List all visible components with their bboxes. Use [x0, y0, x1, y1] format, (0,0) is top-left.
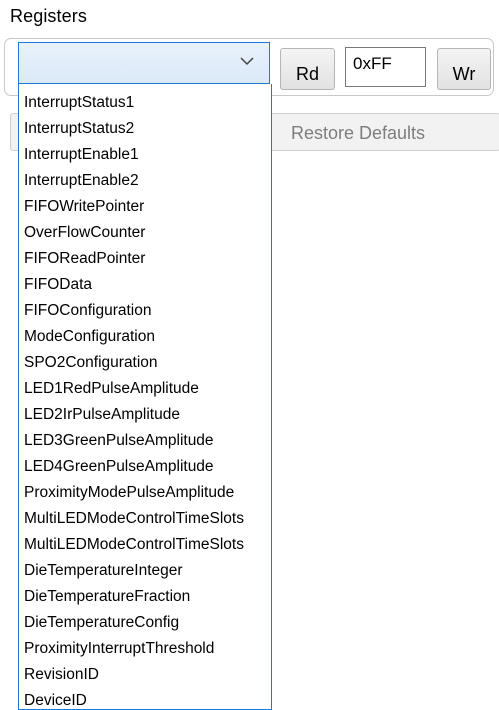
dropdown-option[interactable]: MultiLEDModeControlTimeSlots [19, 532, 271, 558]
dropdown-option[interactable]: OverFlowCounter [19, 220, 271, 246]
dropdown-option[interactable]: DieTemperatureConfig [19, 610, 271, 636]
dropdown-options: InterruptStatus1 InterruptStatus2 Interrup… [19, 84, 271, 709]
chevron-down-icon[interactable] [239, 53, 255, 69]
dropdown-option[interactable]: ModeConfiguration [19, 324, 271, 350]
dropdown-option[interactable]: ProximityModePulseAmplitude [19, 480, 271, 506]
read-button[interactable]: Rd [280, 48, 335, 90]
dropdown-option[interactable]: DieTemperatureFraction [19, 584, 271, 610]
dropdown-option[interactable]: InterruptStatus2 [19, 116, 271, 142]
dropdown-option[interactable]: InterruptEnable1 [19, 142, 271, 168]
dropdown-option[interactable]: InterruptStatus1 [19, 90, 271, 116]
dropdown-option[interactable]: LED4GreenPulseAmplitude [19, 454, 271, 480]
dropdown-option[interactable]: FIFOWritePointer [19, 194, 271, 220]
register-select[interactable] [18, 42, 270, 84]
dropdown-option[interactable]: InterruptEnable2 [19, 168, 271, 194]
registers-panel: Registers Rd 0xFF Wr Restore Defaults In… [0, 0, 499, 710]
dropdown-option[interactable]: DeviceID [19, 688, 271, 709]
dropdown-option[interactable]: MultiLEDModeControlTimeSlots [19, 506, 271, 532]
write-button[interactable]: Wr [437, 48, 491, 90]
dropdown-option[interactable]: LED3GreenPulseAmplitude [19, 428, 271, 454]
dropdown-option[interactable]: DieTemperatureInteger [19, 558, 271, 584]
dropdown-option[interactable]: SPO2Configuration [19, 350, 271, 376]
dropdown-option[interactable]: LED1RedPulseAmplitude [19, 376, 271, 402]
dropdown-option[interactable]: ProximityInterruptThreshold [19, 636, 271, 662]
dropdown-option[interactable]: FIFOConfiguration [19, 298, 271, 324]
dropdown-option[interactable]: LED2IrPulseAmplitude [19, 402, 271, 428]
register-dropdown-list: InterruptStatus1 InterruptStatus2 Interrup… [18, 84, 272, 710]
restore-defaults-button[interactable]: Restore Defaults [268, 113, 499, 151]
dropdown-option[interactable]: FIFOData [19, 272, 271, 298]
register-value-input[interactable]: 0xFF [345, 47, 426, 87]
dropdown-option[interactable]: RevisionID [19, 662, 271, 688]
group-title: Registers [10, 6, 87, 26]
dropdown-option[interactable]: FIFOReadPointer [19, 246, 271, 272]
